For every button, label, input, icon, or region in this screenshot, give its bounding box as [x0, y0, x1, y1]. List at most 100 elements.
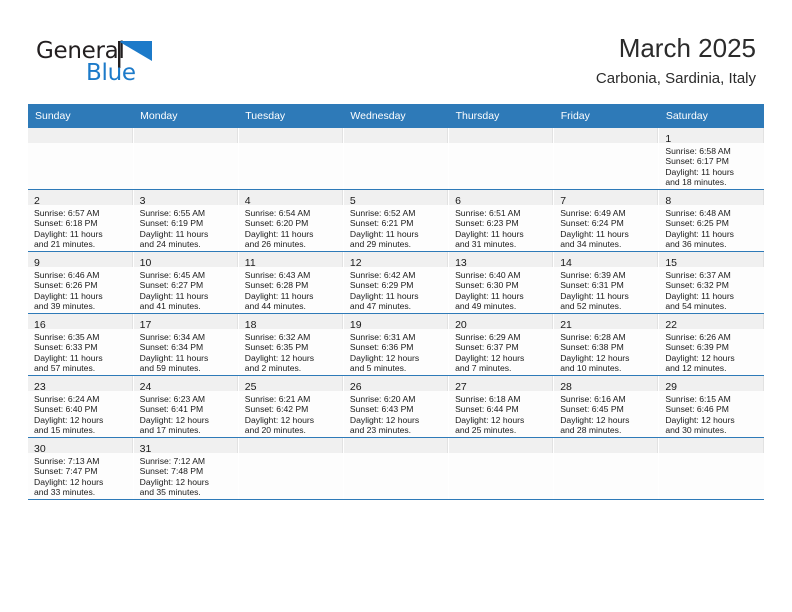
day-details: Sunrise: 6:16 AM Sunset: 6:45 PM Daylight:… [554, 391, 658, 436]
day-cell[interactable]: 6 Sunrise: 6:51 AM Sunset: 6:23 PM Daylight… [449, 190, 554, 251]
sunset-text: Sunset: 6:32 PM [665, 280, 729, 291]
sunset-text: Sunset: 7:47 PM [34, 466, 98, 477]
day-details: Sunrise: 6:49 AM Sunset: 6:24 PM Daylight:… [554, 205, 658, 250]
day-number-band: 10 [133, 252, 238, 269]
day-cell[interactable]: 22 Sunrise: 6:26 AM Sunset: 6:39 PM Dayligh… [659, 314, 764, 375]
sunrise-text: Sunrise: 6:24 AM [34, 394, 100, 404]
day-details: Sunrise: 6:26 AM Sunset: 6:39 PM Daylight:… [659, 329, 764, 374]
day-cell[interactable]: 28 Sunrise: 6:16 AM Sunset: 6:45 PM Dayligh… [554, 376, 659, 437]
day-number: 14 [560, 257, 572, 269]
sunrise-text: Sunrise: 6:29 AM [455, 332, 521, 342]
day-cell[interactable]: 2 Sunrise: 6:57 AM Sunset: 6:18 PM Daylight… [28, 190, 133, 251]
daylight-text-line2: and 49 minutes. [455, 301, 517, 312]
sunset-text: Sunset: 6:27 PM [139, 280, 204, 291]
day-details: Sunrise: 6:21 AM Sunset: 6:42 PM Daylight:… [239, 391, 343, 436]
day-number: 19 [349, 319, 362, 331]
sunrise-text: Sunrise: 6:16 AM [560, 394, 626, 404]
day-number: 13 [455, 257, 467, 269]
day-cell[interactable]: 9 Sunrise: 6:46 AM Sunset: 6:26 PM Daylight… [28, 252, 133, 313]
day-details: Sunrise: 6:35 AM Sunset: 6:33 PM Daylight:… [28, 329, 133, 374]
daylight-text-line1: Daylight: 11 hours [34, 352, 103, 363]
day-number-band [28, 128, 133, 143]
calendar-cell-empty [28, 128, 134, 190]
day-number: 11 [244, 257, 256, 269]
day-number-band: 19 [343, 314, 449, 331]
day-details: Sunrise: 6:28 AM Sunset: 6:38 PM Daylight:… [554, 329, 658, 374]
calendar-cell-day-4: 4 Sunrise: 6:54 AM Sunset: 6:20 PM Daylight… [238, 189, 344, 252]
sunrise-text: Sunrise: 6:54 AM [244, 208, 311, 218]
logo-text-blue: Blue [86, 60, 136, 86]
weekday-header-wednesday: Wednesday [343, 104, 449, 128]
day-cell[interactable]: 18 Sunrise: 6:32 AM Sunset: 6:35 PM Dayligh… [238, 314, 343, 375]
day-cell[interactable]: 26 Sunrise: 6:20 AM Sunset: 6:43 PM Dayligh… [343, 376, 449, 437]
calendar-cell-day-16: 16 Sunrise: 6:35 AM Sunset: 6:33 PM Dayligh… [28, 313, 134, 376]
sunrise-text: Sunrise: 6:42 AM [349, 270, 416, 280]
sunset-text: Sunset: 6:44 PM [455, 404, 519, 415]
day-cell[interactable]: 31 Sunrise: 7:12 AM Sunset: 7:48 PM Dayligh… [133, 438, 238, 499]
daylight-text-line2: and 17 minutes. [139, 425, 201, 436]
daylight-text-line1: Daylight: 11 hours [139, 290, 209, 301]
weekday-header-monday: Monday [133, 104, 239, 128]
calendar-cell-day-5: 5 Sunrise: 6:52 AM Sunset: 6:21 PM Daylight… [343, 189, 450, 252]
day-cell[interactable]: 19 Sunrise: 6:31 AM Sunset: 6:36 PM Dayligh… [343, 314, 449, 375]
day-number-band: 14 [554, 252, 659, 269]
daylight-text-line2: and 29 minutes. [349, 239, 412, 250]
daylight-text-line1: Daylight: 12 hours [34, 476, 104, 487]
empty-day-cell [133, 128, 238, 189]
day-cell[interactable]: 7 Sunrise: 6:49 AM Sunset: 6:24 PM Daylight… [554, 190, 659, 251]
day-number: 30 [34, 443, 46, 455]
day-cell[interactable]: 1 Sunrise: 6:58 AM Sunset: 6:17 PM Daylight… [659, 128, 764, 189]
page-subtitle: Carbonia, Sardinia, Italy [595, 70, 756, 87]
day-cell[interactable]: 5 Sunrise: 6:52 AM Sunset: 6:21 PM Daylight… [343, 190, 449, 251]
daylight-text-line1: Daylight: 11 hours [455, 290, 524, 301]
day-cell[interactable]: 24 Sunrise: 6:23 AM Sunset: 6:41 PM Dayligh… [133, 376, 238, 437]
day-cell[interactable]: 8 Sunrise: 6:48 AM Sunset: 6:25 PM Daylight… [659, 190, 764, 251]
sunrise-text: Sunrise: 6:58 AM [665, 146, 731, 156]
daylight-text-line2: and 25 minutes. [455, 425, 517, 436]
day-cell[interactable]: 21 Sunrise: 6:28 AM Sunset: 6:38 PM Dayligh… [554, 314, 659, 375]
calendar-page: General Blue March 2025 Carbonia, Sardin… [0, 0, 792, 612]
page-header: General Blue March 2025 Carbonia, Sardin… [0, 0, 792, 104]
calendar-cell-day-28: 28 Sunrise: 6:16 AM Sunset: 6:45 PM Dayligh… [553, 375, 660, 438]
day-number-band: 4 [238, 190, 343, 207]
day-cell[interactable]: 12 Sunrise: 6:42 AM Sunset: 6:29 PM Dayligh… [343, 252, 449, 313]
sunset-text: Sunset: 6:19 PM [139, 218, 204, 229]
calendar-cell-day-14: 14 Sunrise: 6:39 AM Sunset: 6:31 PM Dayligh… [553, 251, 660, 314]
daylight-text-line2: and 28 minutes. [560, 425, 622, 436]
day-number: 4 [244, 195, 251, 207]
calendar-cell-empty [343, 128, 450, 190]
day-cell[interactable]: 14 Sunrise: 6:39 AM Sunset: 6:31 PM Dayligh… [554, 252, 659, 313]
calendar-header-row: Sunday Monday Tuesday Wednesday Thursday Frid… [28, 104, 764, 128]
day-number-band: 20 [449, 314, 554, 331]
daylight-text-line1: Daylight: 12 hours [665, 352, 735, 363]
day-cell[interactable]: 25 Sunrise: 6:21 AM Sunset: 6:42 PM Dayligh… [238, 376, 343, 437]
day-cell[interactable]: 13 Sunrise: 6:40 AM Sunset: 6:30 PM Dayligh… [449, 252, 554, 313]
day-cell[interactable]: 15 Sunrise: 6:37 AM Sunset: 6:32 PM Dayligh… [659, 252, 764, 313]
general-blue-logo: General Blue [36, 38, 196, 90]
day-cell[interactable]: 23 Sunrise: 6:24 AM Sunset: 6:40 PM Dayligh… [28, 376, 133, 437]
day-number-band: 26 [343, 376, 449, 393]
day-number-band: 24 [133, 376, 238, 393]
calendar-cell-day-7: 7 Sunrise: 6:49 AM Sunset: 6:24 PM Daylight… [553, 189, 660, 252]
day-cell[interactable]: 20 Sunrise: 6:29 AM Sunset: 6:37 PM Dayligh… [449, 314, 554, 375]
day-cell[interactable]: 29 Sunrise: 6:15 AM Sunset: 6:46 PM Dayligh… [659, 376, 764, 437]
day-details: Sunrise: 6:46 AM Sunset: 6:26 PM Daylight:… [28, 267, 133, 312]
calendar-cell-day-31: 31 Sunrise: 7:12 AM Sunset: 7:48 PM Dayligh… [133, 437, 239, 500]
weekday-header: Sunday Monday Tuesday Wednesday Thursday Frid… [28, 104, 764, 128]
sunrise-text: Sunrise: 7:13 AM [34, 456, 100, 466]
day-details: Sunrise: 6:48 AM Sunset: 6:25 PM Daylight:… [659, 205, 764, 250]
day-cell[interactable]: 4 Sunrise: 6:54 AM Sunset: 6:20 PM Daylight… [238, 190, 343, 251]
daylight-text-line2: and 31 minutes. [455, 239, 517, 250]
day-cell[interactable]: 10 Sunrise: 6:45 AM Sunset: 6:27 PM Dayligh… [133, 252, 238, 313]
day-cell[interactable]: 27 Sunrise: 6:18 AM Sunset: 6:44 PM Dayligh… [449, 376, 554, 437]
day-cell[interactable]: 3 Sunrise: 6:55 AM Sunset: 6:19 PM Daylight… [133, 190, 238, 251]
calendar-week-row: 23 Sunrise: 6:24 AM Sunset: 6:40 PM Dayligh… [28, 375, 764, 438]
day-cell[interactable]: 16 Sunrise: 6:35 AM Sunset: 6:33 PM Dayligh… [28, 314, 133, 375]
day-cell[interactable]: 30 Sunrise: 7:13 AM Sunset: 7:47 PM Dayligh… [28, 438, 133, 499]
day-cell[interactable]: 17 Sunrise: 6:34 AM Sunset: 6:34 PM Dayligh… [133, 314, 238, 375]
weekday-header-sunday: Sunday [28, 104, 134, 128]
day-cell[interactable]: 11 Sunrise: 6:43 AM Sunset: 6:28 PM Dayligh… [238, 252, 343, 313]
day-number: 23 [34, 381, 46, 393]
title-block: March 2025 Carbonia, Sardinia, Italy [596, 32, 756, 90]
sunset-text: Sunset: 6:36 PM [349, 342, 414, 353]
